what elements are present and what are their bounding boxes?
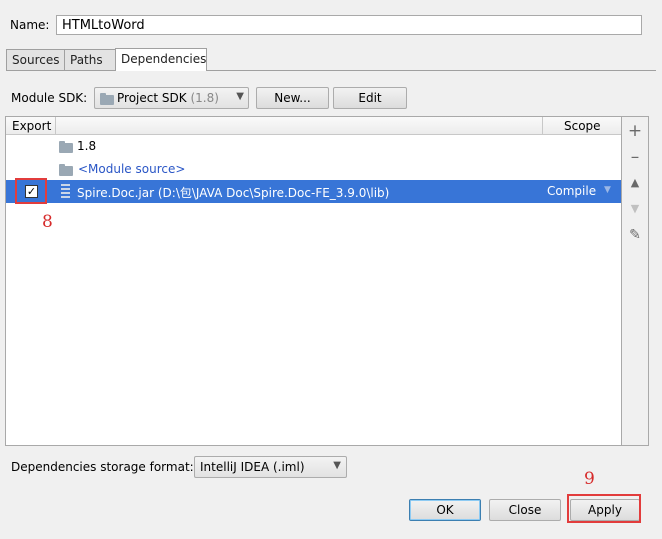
- table-row[interactable]: 1.8: [6, 135, 621, 158]
- chevron-down-icon: ▼: [333, 460, 341, 471]
- move-down-icon[interactable]: ▼: [622, 197, 648, 221]
- sdk-version: (1.8): [190, 91, 219, 105]
- annotation-number: 9: [584, 469, 595, 489]
- minus-icon[interactable]: –: [622, 145, 648, 169]
- storage-format-value: IntelliJ IDEA (.iml): [200, 460, 305, 474]
- row-label: Spire.Doc.jar (D:\包\JAVA Doc\Spire.Doc-F…: [77, 186, 390, 200]
- tab-divider: [6, 70, 656, 71]
- table-row[interactable]: <Module source>: [6, 158, 621, 181]
- plus-icon[interactable]: +: [622, 119, 648, 143]
- module-sdk-value: Project SDK (1.8): [117, 91, 219, 105]
- column-divider[interactable]: [55, 117, 56, 134]
- table-row[interactable]: ✓ Spire.Doc.jar (D:\包\JAVA Doc\Spire.Doc…: [6, 180, 621, 203]
- chevron-down-icon[interactable]: ▼: [604, 185, 611, 195]
- dependencies-table[interactable]: Export Scope 1.8 <Module source> ✓ Spire…: [5, 116, 622, 446]
- name-input[interactable]: [56, 15, 642, 35]
- move-up-icon[interactable]: ▲: [622, 171, 648, 195]
- storage-format-dropdown[interactable]: IntelliJ IDEA (.iml) ▼: [194, 456, 347, 478]
- ok-button[interactable]: OK: [409, 499, 481, 521]
- close-button[interactable]: Close: [489, 499, 561, 521]
- annotation-box: [567, 494, 641, 523]
- storage-format-label: Dependencies storage format:: [11, 460, 194, 474]
- scope-column-header[interactable]: Scope: [564, 119, 601, 133]
- export-column-header[interactable]: Export: [12, 119, 51, 133]
- annotation-number: 8: [42, 212, 53, 232]
- tab-sources[interactable]: Sources: [6, 49, 65, 70]
- row-label: 1.8: [77, 139, 97, 153]
- folder-icon: [100, 93, 114, 105]
- scope-value[interactable]: Compile: [547, 184, 596, 198]
- new-sdk-button[interactable]: New...: [256, 87, 329, 109]
- tab-dependencies[interactable]: Dependencies: [115, 48, 207, 71]
- tab-paths[interactable]: Paths: [64, 49, 116, 70]
- annotation-box: [15, 178, 47, 204]
- column-divider[interactable]: [542, 117, 543, 134]
- module-sdk-dropdown[interactable]: Project SDK (1.8) ▼: [94, 87, 249, 109]
- edit-sdk-button[interactable]: Edit: [333, 87, 407, 109]
- chevron-down-icon: ▼: [236, 91, 244, 102]
- pencil-icon[interactable]: ✎: [622, 223, 648, 247]
- row-label: <Module source>: [78, 162, 186, 176]
- jar-icon: [61, 184, 70, 198]
- module-sdk-label: Module SDK:: [11, 91, 88, 105]
- table-header: Export Scope: [6, 117, 621, 135]
- table-side-toolbar: + – ▲ ▼ ✎: [622, 116, 649, 446]
- sdk-name: Project SDK: [117, 91, 187, 105]
- folder-icon: [59, 141, 73, 153]
- folder-icon: [59, 164, 73, 176]
- name-label: Name:: [10, 18, 50, 32]
